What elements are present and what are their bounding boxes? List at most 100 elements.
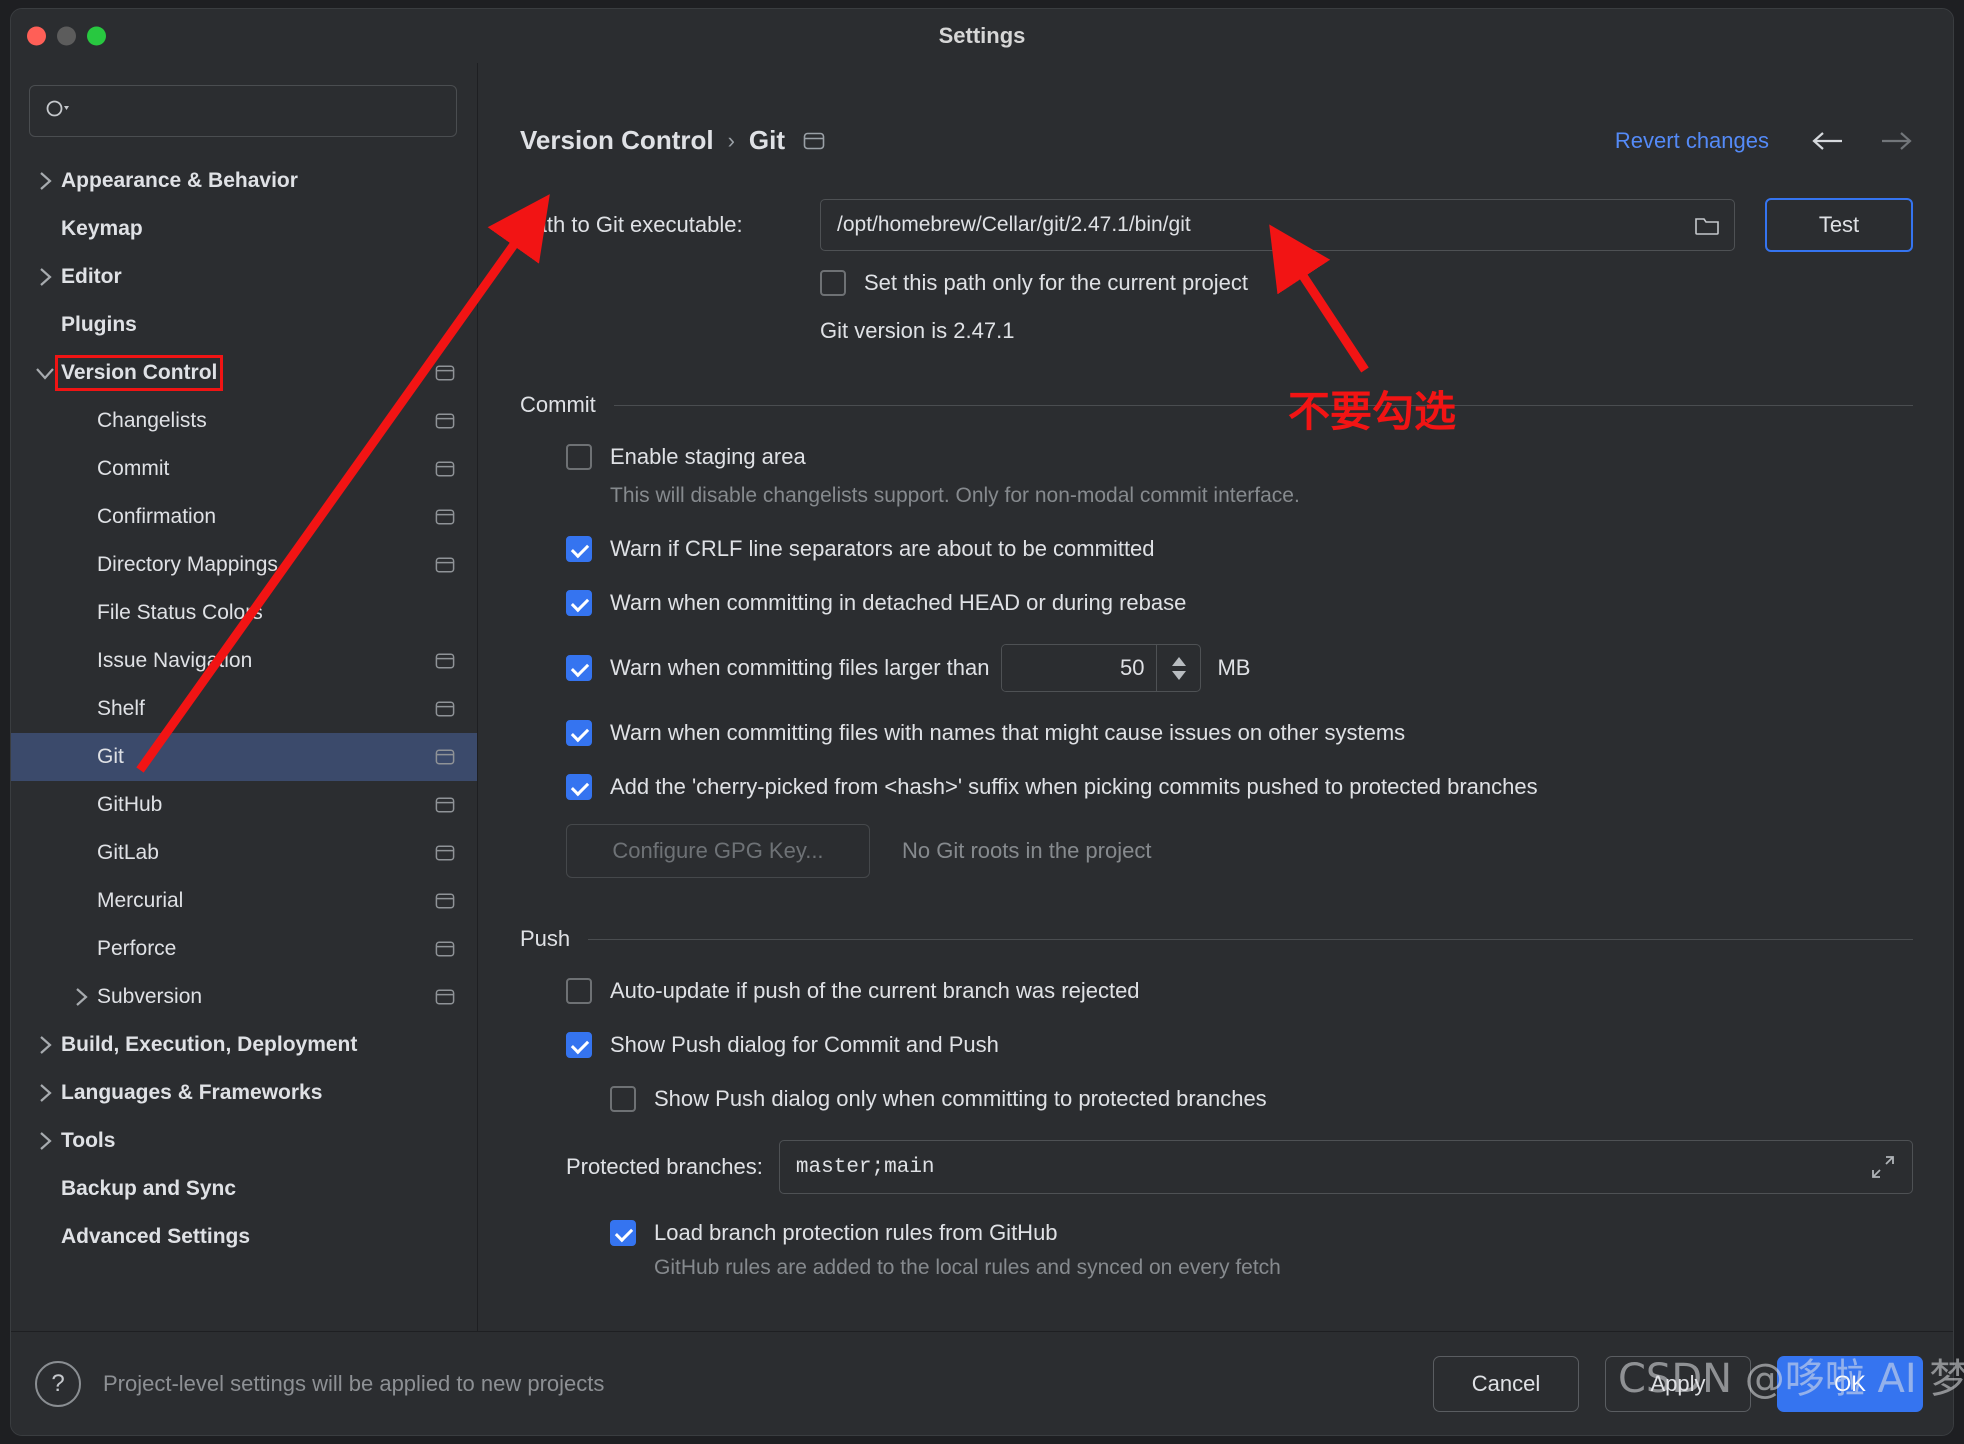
commit-section-title: Commit [520,392,596,417]
push-section-header: Push [520,926,1913,952]
cancel-button[interactable]: Cancel [1433,1355,1579,1412]
sidebar-item-build-execution-deployment[interactable]: Build, Execution, Deployment [11,1021,477,1069]
tree-chevron[interactable] [33,1129,57,1153]
sidebar-item-languages-frameworks[interactable]: Languages & Frameworks [11,1069,477,1117]
breadcrumb-parent[interactable]: Version Control [520,125,714,156]
folder-browse-icon[interactable] [1694,214,1720,236]
tree-chevron[interactable] [33,1033,57,1057]
warn-file-size-label: Warn when committing files larger than [610,655,990,680]
configure-gpg-key-button[interactable]: Configure GPG Key... [566,824,870,878]
set-path-project-only-row: Set this path only for the current proje… [820,270,1913,296]
enable-staging-row: Enable staging area [566,444,1913,470]
help-button[interactable]: ? [35,1360,81,1407]
settings-main-panel: Version Control › Git Revert changes Pat… [478,63,1953,1331]
commit-section-divider [613,404,1913,406]
warn-crlf-row: Warn if CRLF line separators are about t… [566,536,1913,562]
sidebar-item-appearance-behavior[interactable]: Appearance & Behavior [11,157,477,205]
git-path-field[interactable] [820,199,1735,251]
sidebar-item-mercurial[interactable]: Mercurial [11,877,477,925]
sidebar-item-gitlab[interactable]: GitLab [11,829,477,877]
auto-update-checkbox[interactable] [566,978,592,1004]
sidebar-item-github[interactable]: GitHub [11,781,477,829]
git-path-extras: Set this path only for the current proje… [520,270,1913,344]
sidebar-item-tools[interactable]: Tools [11,1117,477,1165]
window-body: Appearance & Behavior Keymap Editor Plugins… [11,63,1953,1331]
ok-button[interactable]: OK [1777,1355,1923,1412]
sidebar-item-version-control[interactable]: Version Control [11,349,477,397]
project-level-badge-icon [435,556,455,574]
file-size-spin-buttons[interactable] [1156,645,1200,691]
protected-branches-field[interactable] [778,1140,1913,1194]
sidebar-item-changelists[interactable]: Changelists [11,397,477,445]
sidebar-item-perforce[interactable]: Perforce [11,925,477,973]
revert-changes-link[interactable]: Revert changes [1615,128,1769,154]
push-options: Auto-update if push of the current branc… [520,978,1913,1112]
sidebar-item-shelf[interactable]: Shelf [11,685,477,733]
search-box[interactable] [29,85,457,137]
sidebar-item-git[interactable]: Git [11,733,477,781]
sidebar-item-label: Shelf [97,697,145,720]
project-level-badge-icon [435,748,455,766]
show-push-dialog-checkbox[interactable] [566,1032,592,1058]
tree-chevron[interactable] [33,1081,57,1105]
auto-update-row: Auto-update if push of the current branc… [566,978,1913,1004]
sidebar-item-directory-mappings[interactable]: Directory Mappings [11,541,477,589]
sidebar-item-commit[interactable]: Commit [11,445,477,493]
warn-filenames-checkbox[interactable] [566,720,592,746]
tree-chevron[interactable] [33,169,57,193]
show-push-protected-checkbox[interactable] [610,1086,636,1112]
search-icon [44,98,70,124]
warn-detached-head-checkbox[interactable] [566,590,592,616]
cherry-picked-suffix-checkbox[interactable] [566,774,592,800]
tree-chevron[interactable] [33,361,57,385]
gpg-note: No Git roots in the project [902,838,1152,863]
tree-chevron[interactable] [69,985,93,1009]
forward-arrow-icon[interactable] [1879,128,1913,154]
sidebar-item-label: Changelists [97,409,207,432]
protected-branches-input[interactable] [795,1155,1870,1179]
file-size-stepper[interactable] [1001,644,1202,692]
sidebar-item-keymap[interactable]: Keymap [11,205,477,253]
tree-chevron[interactable] [33,265,57,289]
load-branch-rules-checkbox[interactable] [610,1220,636,1246]
sidebar-item-label: Version Control [54,355,224,391]
git-path-row: Path to Git executable: Test [520,198,1913,252]
sidebar-item-label: Backup and Sync [61,1177,237,1200]
set-path-project-only-checkbox[interactable] [820,270,846,296]
sidebar-item-label: Confirmation [97,505,217,528]
sidebar-item-label: Keymap [61,217,143,240]
warn-file-size-checkbox[interactable] [566,655,592,681]
file-size-input[interactable] [1002,645,1157,691]
apply-button[interactable]: Apply [1605,1355,1751,1412]
sidebar-item-subversion[interactable]: Subversion [11,973,477,1021]
search-input[interactable] [70,100,442,122]
back-arrow-icon[interactable] [1811,128,1845,154]
sidebar-item-file-status-colors[interactable]: File Status Colors [11,589,477,637]
warn-crlf-checkbox[interactable] [566,536,592,562]
test-button[interactable]: Test [1765,198,1913,252]
chevron-right-icon [40,172,52,190]
sidebar-item-issue-navigation[interactable]: Issue Navigation [11,637,477,685]
sidebar-item-editor[interactable]: Editor [11,253,477,301]
sidebar-item-backup-and-sync[interactable]: Backup and Sync [11,1165,477,1213]
footer-note: Project-level settings will be applied t… [103,1370,605,1396]
window-title: Settings [938,22,1026,48]
commit-section: Commit Enable staging area This will dis… [520,392,1913,878]
push-section: Push Auto-update if push of the current … [520,926,1913,1280]
sidebar-item-confirmation[interactable]: Confirmation [11,493,477,541]
git-path-input[interactable] [837,213,1694,237]
warn-detached-head-row: Warn when committing in detached HEAD or… [566,590,1913,616]
project-level-badge-icon [435,652,455,670]
expand-editor-icon[interactable] [1870,1154,1896,1180]
project-level-badge-icon [435,988,455,1006]
enable-staging-checkbox[interactable] [566,444,592,470]
breadcrumb: Version Control › Git Revert changes [520,125,1913,156]
sidebar-item-advanced-settings[interactable]: Advanced Settings [11,1213,477,1261]
sidebar-item-plugins[interactable]: Plugins [11,301,477,349]
show-push-protected-label: Show Push dialog only when committing to… [654,1086,1267,1111]
